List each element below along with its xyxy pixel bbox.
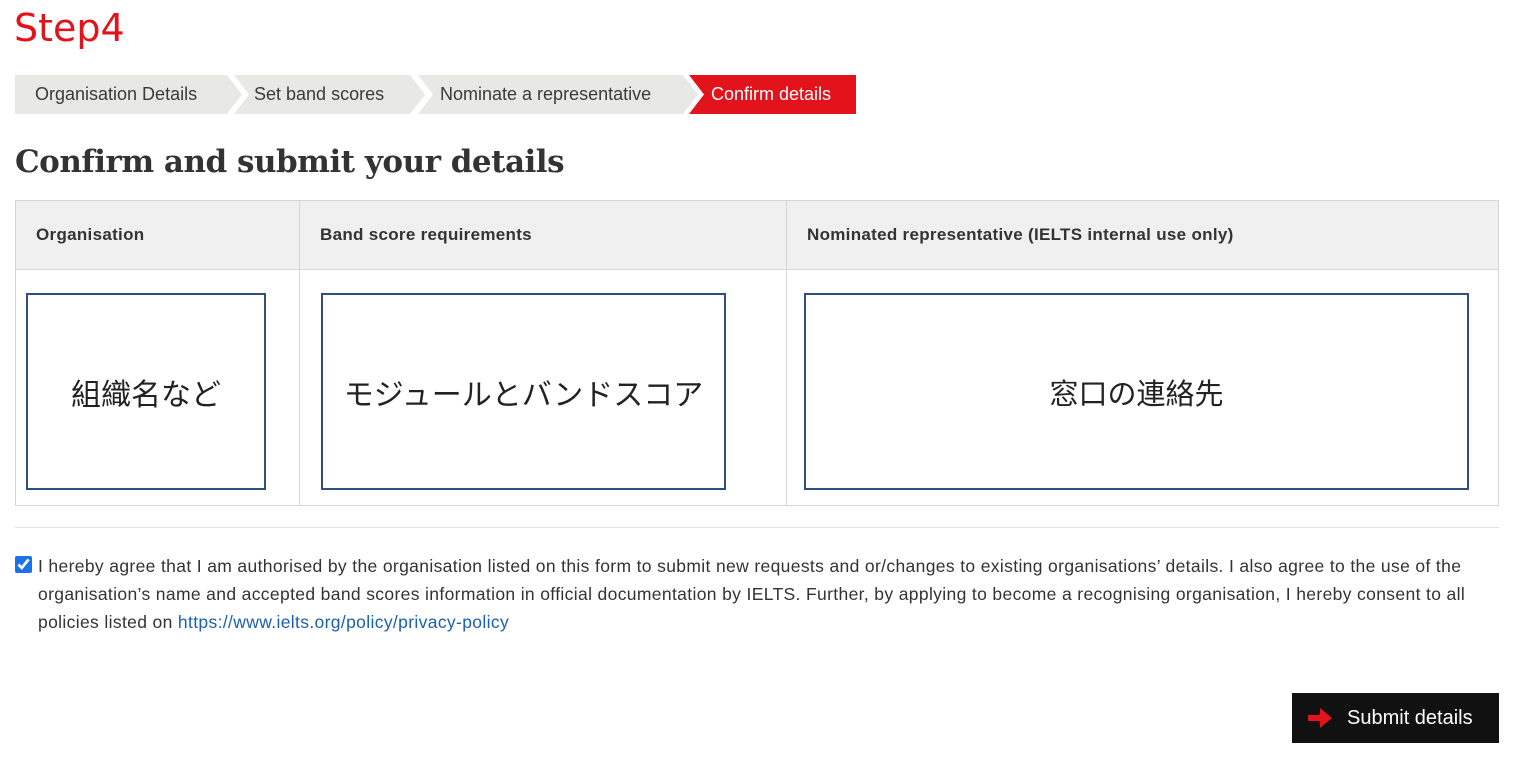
step-nominate-representative[interactable]: Nominate a representative (418, 75, 698, 114)
step-label: Nominate a representative (440, 84, 652, 104)
step-title: Step4 (14, 6, 125, 50)
step-label: Confirm details (711, 84, 832, 104)
privacy-policy-link[interactable]: https://www.ielts.org/policy/privacy-pol… (178, 612, 509, 632)
header-band-scores: Band score requirements (320, 225, 532, 244)
step-label: Set band scores (254, 84, 385, 104)
progress-stepper: Organisation Details Set band scores Nom… (15, 75, 860, 114)
submit-details-button[interactable]: Submit details (1292, 693, 1499, 743)
representative-summary-box: 窓口の連絡先 (804, 293, 1469, 490)
confirm-details-page: Step4 Organisation Details Set band scor… (0, 0, 1519, 766)
submit-label: Submit details (1347, 706, 1473, 729)
section-heading: Confirm and submit your details (15, 144, 565, 180)
consent-label: I hereby agree that I am authorised by t… (38, 552, 1498, 636)
organisation-summary-box: 組織名など (26, 293, 266, 490)
step-set-band-scores[interactable]: Set band scores (234, 75, 425, 114)
column-divider (299, 201, 300, 505)
header-representative: Nominated representative (IELTS internal… (807, 225, 1234, 244)
step-confirm-details[interactable]: Confirm details (689, 75, 856, 114)
divider (15, 527, 1499, 528)
step-label: Organisation Details (35, 84, 198, 104)
step-organisation-details[interactable]: Organisation Details (15, 75, 242, 114)
arrow-right-icon (1308, 708, 1332, 728)
consent-checkbox[interactable] (15, 556, 32, 573)
details-table: Organisation Band score requirements Nom… (15, 200, 1499, 506)
header-organisation: Organisation (36, 225, 145, 244)
table-header-row: Organisation Band score requirements Nom… (16, 201, 1498, 270)
column-divider (786, 201, 787, 505)
band-scores-summary-box: モジュールとバンドスコア (321, 293, 726, 490)
